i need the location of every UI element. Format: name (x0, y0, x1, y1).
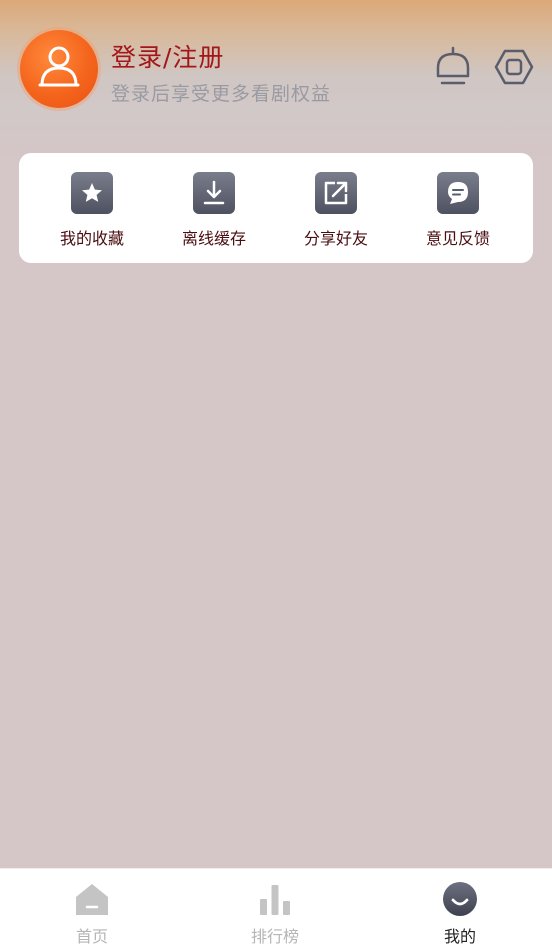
share-icon (315, 172, 357, 214)
download-icon (193, 172, 235, 214)
share-friends-button[interactable]: 分享好友 (263, 153, 385, 263)
smile-face-icon (442, 881, 478, 917)
feedback-button[interactable]: 意见反馈 (385, 153, 507, 263)
settings-hexagon-icon[interactable] (494, 46, 534, 88)
avatar-person-icon (38, 46, 80, 87)
tab-home[interactable]: 首页 (32, 869, 152, 950)
tab-home-label: 首页 (75, 927, 108, 946)
star-icon (71, 172, 113, 214)
bar-chart-icon (257, 881, 293, 917)
tab-ranking[interactable]: 排行榜 (215, 869, 335, 950)
feedback-chat-icon (437, 172, 479, 214)
login-subtitle: 登录后享受更多看剧权益 (111, 83, 332, 105)
offline-cache-button[interactable]: 离线缓存 (141, 153, 263, 263)
tab-mine[interactable]: 我的 (400, 869, 520, 950)
profile-header: 登录/注册 登录后享受更多看剧权益 (0, 0, 552, 140)
login-register-link[interactable]: 登录/注册 (111, 38, 224, 74)
avatar[interactable] (20, 30, 98, 108)
home-icon (74, 881, 110, 917)
quick-actions-card: 我的收藏 离线缓存 分享好友 意见反馈 (19, 153, 533, 263)
feedback-label: 意见反馈 (425, 229, 490, 248)
tab-mine-label: 我的 (443, 927, 476, 946)
bottom-tab-bar: 首页 排行榜 我的 (0, 868, 552, 950)
tab-ranking-label: 排行榜 (250, 927, 299, 946)
bell-icon[interactable] (433, 46, 473, 88)
favorites-button[interactable]: 我的收藏 (19, 153, 141, 263)
